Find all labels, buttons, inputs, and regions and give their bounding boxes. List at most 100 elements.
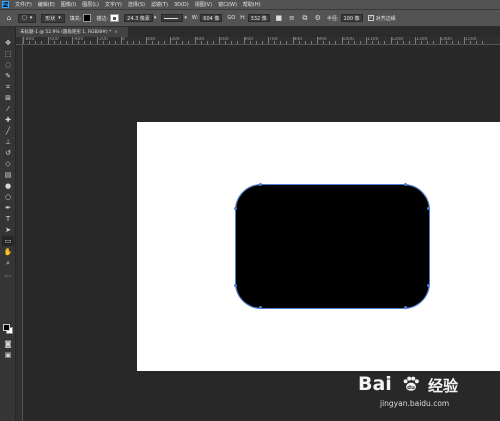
close-icon[interactable]: × <box>114 30 118 35</box>
menu-layer[interactable]: 图层(L) <box>79 1 102 8</box>
gradient-tool-icon[interactable]: ▤ <box>2 170 14 180</box>
lasso-tool-icon[interactable]: ◌ <box>2 60 14 70</box>
hand-tool-icon[interactable]: ✋ <box>2 247 14 257</box>
stroke-type-picker[interactable] <box>161 14 184 22</box>
menu-help[interactable]: 帮助(H) <box>240 1 264 8</box>
ruler-minor-tick <box>176 41 177 44</box>
marquee-tool-icon[interactable]: ⬚ <box>2 49 14 59</box>
quick-mask-icon[interactable]: ◙ <box>2 339 14 349</box>
zoom-tool-icon[interactable]: ⌕ <box>2 258 14 268</box>
eraser-tool-icon[interactable]: ◇ <box>2 159 14 169</box>
ruler-minor-tick <box>139 41 140 44</box>
ruler-tick <box>268 37 269 44</box>
ruler-origin[interactable] <box>16 37 23 45</box>
chevron-down-icon[interactable]: ▾ <box>154 15 157 21</box>
quick-select-tool-icon[interactable]: ✎ <box>2 71 14 81</box>
path-anchor-point[interactable] <box>259 183 262 186</box>
ruler-tick <box>366 37 367 44</box>
path-arrangement-icon[interactable]: ⧉ <box>301 14 309 22</box>
ruler-minor-tick <box>353 41 355 44</box>
horizontal-ruler[interactable]: -800 -600 -400 -200 0 200 300 400 500 600 700 800 90… <box>23 37 500 45</box>
stroke-width-field[interactable]: 24.3 像素 <box>124 14 153 22</box>
clone-stamp-tool-icon[interactable]: ⊥ <box>2 137 14 147</box>
menu-type[interactable]: 文字(Y) <box>102 1 125 8</box>
fill-color-swatch[interactable] <box>83 14 92 22</box>
dodge-tool-icon[interactable]: ○ <box>2 192 14 202</box>
ruler-minor-tick <box>41 41 42 44</box>
tool-mode-select[interactable]: 形状 ▾ <box>41 13 65 23</box>
path-anchor-point[interactable] <box>234 284 237 287</box>
settings-gear-icon[interactable]: ⚙ <box>314 14 322 22</box>
healing-brush-tool-icon[interactable]: ✚ <box>2 115 14 125</box>
ruler-minor-tick <box>102 41 104 44</box>
menu-3d[interactable]: 3D(D) <box>171 2 192 8</box>
pen-tool-icon[interactable]: ✒ <box>2 203 14 213</box>
eyedropper-tool-icon[interactable]: ⁄ <box>2 104 14 114</box>
chevron-down-icon[interactable]: ▾ <box>184 15 187 21</box>
menu-filter[interactable]: 滤镜(T) <box>148 1 171 8</box>
ruler-minor-tick <box>304 41 306 44</box>
path-selection-tool-icon[interactable]: ➤ <box>2 225 14 235</box>
photoshop-logo-icon: Ps <box>2 1 9 8</box>
path-anchor-point[interactable] <box>259 306 262 309</box>
rounded-rectangle-shape[interactable] <box>235 184 430 309</box>
path-alignment-icon[interactable]: ≡ <box>288 14 296 22</box>
menu-file[interactable]: 文件(F) <box>12 1 35 8</box>
path-anchor-point[interactable] <box>234 207 237 210</box>
fill-label: 填充: <box>69 15 82 22</box>
stroke-color-swatch[interactable] <box>110 14 120 22</box>
ruler-minor-tick <box>133 41 134 44</box>
ruler-minor-tick <box>402 41 404 44</box>
ruler-minor-tick <box>53 41 55 44</box>
type-tool-icon[interactable]: T <box>2 214 14 224</box>
crop-tool-icon[interactable]: ⌗ <box>2 82 14 92</box>
vertical-ruler[interactable] <box>16 45 23 421</box>
move-tool-icon[interactable]: ✥ <box>2 38 14 48</box>
path-anchor-point[interactable] <box>404 306 407 309</box>
ruler-label: 0 <box>122 37 125 42</box>
tools-panel: ✥ ⬚ ◌ ✎ ⌗ ⊠ ⁄ ✚ ╱ ⊥ ↺ ◇ ▤ ● ○ ✒ T ➤ ▭ ✋ … <box>0 27 16 421</box>
ruler-tick <box>341 37 342 44</box>
foreground-color-swatch[interactable] <box>3 324 10 331</box>
tool-preset-picker[interactable]: ▢ ▾ <box>18 13 37 23</box>
history-brush-tool-icon[interactable]: ↺ <box>2 148 14 158</box>
menu-image[interactable]: 图像(I) <box>58 1 79 8</box>
ruler-tick <box>464 37 465 44</box>
menu-select[interactable]: 选择(S) <box>125 1 148 8</box>
ruler-minor-tick <box>329 41 330 44</box>
menu-view[interactable]: 视图(V) <box>192 1 215 8</box>
path-anchor-point[interactable] <box>404 183 407 186</box>
radius-field[interactable]: 100 像 <box>340 14 363 22</box>
menu-window[interactable]: 窗口(W) <box>215 1 240 8</box>
ruler-label: 1400 <box>440 37 452 42</box>
ruler-minor-tick <box>231 41 232 44</box>
screen-mode-icon[interactable]: ▣ <box>2 350 14 360</box>
ruler-tick <box>170 37 171 44</box>
ruler-minor-tick <box>408 41 410 44</box>
align-edges-checkbox[interactable]: ✓ <box>367 15 374 21</box>
path-anchor-point[interactable] <box>427 207 430 210</box>
ruler-minor-tick <box>396 41 398 44</box>
path-operations-icon[interactable]: ■ <box>275 14 283 22</box>
ruler-minor-tick <box>274 41 275 44</box>
svg-text:du: du <box>407 385 415 391</box>
document-tab-title: 未标题-1 @ 52.9% (圆角矩形 1, RGB/8#) * <box>20 30 112 35</box>
ruler-minor-tick <box>482 41 483 44</box>
align-edges-label: 对齐边缘 <box>375 15 396 22</box>
ruler-minor-tick <box>182 41 183 44</box>
document-tab[interactable]: 未标题-1 @ 52.9% (圆角矩形 1, RGB/8#) * × <box>16 27 128 37</box>
ruler-minor-tick <box>163 41 165 44</box>
frame-tool-icon[interactable]: ⊠ <box>2 93 14 103</box>
home-icon[interactable]: ⌂ <box>5 14 13 22</box>
menu-edit[interactable]: 编辑(E) <box>35 1 58 8</box>
brush-tool-icon[interactable]: ╱ <box>2 126 14 136</box>
path-anchor-point[interactable] <box>427 284 430 287</box>
width-field[interactable]: 604 像 <box>200 14 223 22</box>
rounded-rectangle-tool-icon[interactable]: ▭ <box>2 236 14 246</box>
height-field[interactable]: 332 像 <box>247 14 270 22</box>
link-dimensions-toggle[interactable]: GO <box>227 15 235 21</box>
more-tools-icon[interactable]: ⋯ <box>2 271 14 281</box>
ruler-label: 1000 <box>342 37 354 42</box>
ruler-tick <box>47 37 48 44</box>
blur-tool-icon[interactable]: ● <box>2 181 14 191</box>
